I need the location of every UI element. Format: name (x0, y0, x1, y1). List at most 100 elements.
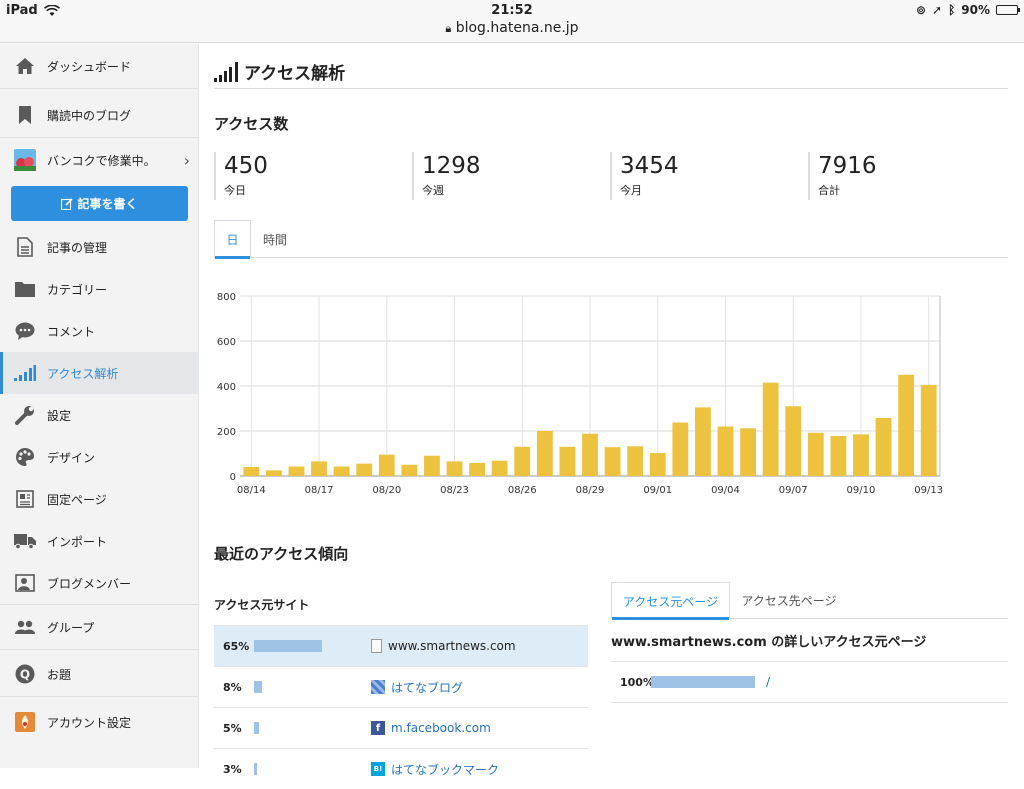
access-bar-chart: 0 200 400 600 800 08/14 08/17 08/20 08/23 08/26 08… (217, 292, 943, 496)
sidebar-item-groups[interactable]: グループ (0, 605, 199, 649)
svg-text:Q: Q (20, 668, 30, 682)
x-tick-label: 08/29 (576, 485, 605, 496)
bar (446, 461, 463, 476)
sidebar-item-dashboard[interactable]: ダッシュボード (0, 44, 199, 88)
sidebar-item-access-analysis[interactable]: アクセス解析 (0, 352, 199, 394)
x-tick-label: 08/23 (440, 485, 469, 496)
page-tabs: アクセス元ページ アクセス先ページ (611, 582, 1008, 620)
edit-icon (61, 197, 74, 210)
source-share-bar (254, 681, 263, 693)
address-bar[interactable]: 🔒︎ blog.hatena.ne.jp (0, 20, 1024, 36)
stat-value: 1298 (422, 153, 481, 179)
sidebar-item-import[interactable]: インポート (0, 520, 199, 562)
sidebar-item-categories[interactable]: カテゴリー (0, 268, 199, 310)
source-row[interactable]: 8% はてなブログ (214, 666, 588, 707)
sidebar-item-label: ブログメンバー (47, 576, 132, 591)
sidebar-item-account-settings[interactable]: アカウント設定 (0, 700, 199, 744)
bar (807, 432, 824, 476)
bar (582, 433, 598, 476)
status-bar: iPad 21:52 🔒︎ blog.hatena.ne.jp ⊚ ➚ ᛒ 90… (0, 0, 1024, 43)
source-site-label: m.facebook.com (391, 721, 491, 735)
tab-destination-pages[interactable]: アクセス先ページ (730, 582, 848, 619)
battery-percent: 90% (961, 3, 990, 17)
bar (536, 431, 553, 476)
bar (243, 467, 260, 476)
stat-label: 今月 (620, 184, 642, 197)
stat-value: 450 (224, 153, 268, 179)
sidebar-item-blog[interactable]: バンコクで修業中。 › (0, 138, 199, 182)
x-tick-label: 09/13 (914, 485, 943, 496)
page-icon (371, 639, 382, 653)
y-tick-label: 200 (217, 427, 236, 438)
sidebar-item-label: コメント (47, 324, 96, 339)
bluetooth-icon: ᛒ (948, 3, 956, 17)
sidebar-item-subscriptions[interactable]: 購読中のブログ (0, 93, 199, 137)
source-site[interactable]: B! はてなブックマーク (371, 761, 499, 778)
detail-path-link[interactable]: / (766, 675, 770, 689)
detail-share-bar (651, 676, 755, 688)
source-share-bar (254, 763, 258, 775)
source-site-label: はてなブックマーク (391, 762, 500, 777)
rotation-lock-icon: ⊚ (915, 3, 926, 17)
stat-label: 合計 (818, 184, 840, 197)
source-site[interactable]: f m.facebook.com (371, 721, 491, 735)
sidebar-item-label: バンコクで修業中。 (47, 153, 156, 168)
source-site-label: www.smartnews.com (388, 639, 516, 653)
location-icon: ➚ (932, 3, 943, 17)
bar (469, 462, 485, 476)
tab-day[interactable]: 日 (214, 220, 251, 259)
access-chart: 0 200 400 600 800 08/14 08/17 08/20 08/23 08/26 08… (200, 284, 960, 514)
sidebar-item-label: アクセス解析 (47, 366, 119, 381)
sidebar-item-articles[interactable]: 記事の管理 (0, 226, 199, 268)
sidebar-item-fixed-pages[interactable]: 固定ページ (0, 478, 199, 520)
blog-avatar-icon (13, 149, 37, 171)
sidebar: ダッシュボード 購読中のブログ バンコクで修業中。 › 記事を書く 記事の管理 … (0, 44, 199, 768)
detail-heading: www.smartnews.com の詳しいアクセス元ページ (611, 635, 927, 650)
sidebar-item-label: グループ (47, 620, 95, 635)
write-article-button[interactable]: 記事を書く (11, 186, 188, 221)
source-site[interactable]: はてなブログ (371, 679, 463, 696)
x-tick-label: 08/14 (237, 485, 266, 496)
sidebar-item-comments[interactable]: コメント (0, 310, 199, 352)
main-content: アクセス解析 アクセス数 450 今日 1298 今週 3454 今月 7916… (200, 44, 1024, 777)
sidebar-item-topics[interactable]: Q お題 (0, 652, 199, 696)
source-site[interactable]: www.smartnews.com (371, 639, 516, 653)
members-icon (13, 573, 37, 593)
period-tabs: 日 時間 (214, 220, 1008, 259)
source-row[interactable]: 5% f m.facebook.com (214, 707, 588, 748)
signal-icon (214, 61, 238, 82)
stat-month: 3454 今月 (610, 152, 679, 200)
divider (0, 649, 199, 650)
bar (356, 463, 373, 476)
stat-label: 今週 (422, 184, 444, 197)
bar (559, 446, 576, 476)
truck-icon (13, 531, 37, 551)
source-row[interactable]: 65% www.smartnews.com (214, 625, 588, 666)
bar (311, 461, 327, 476)
hatena-bookmark-icon: B! (371, 762, 385, 776)
x-tick-label: 08/20 (372, 485, 401, 496)
sidebar-item-design[interactable]: デザイン (0, 436, 199, 478)
sidebar-item-label: 記事の管理 (47, 240, 108, 255)
access-count-heading: アクセス数 (214, 115, 289, 133)
bar (401, 464, 418, 476)
trend-heading: 最近のアクセス傾向 (214, 545, 349, 563)
tab-hour[interactable]: 時間 (251, 220, 299, 258)
y-tick-label: 600 (217, 337, 236, 348)
tab-referrer-pages[interactable]: アクセス元ページ (611, 582, 730, 620)
bar (265, 470, 282, 476)
detail-row[interactable]: 100% / (611, 662, 1008, 703)
wrench-icon (13, 405, 37, 425)
bar (672, 422, 689, 476)
signal-icon (13, 363, 37, 383)
stat-label: 今日 (224, 184, 246, 197)
divider (214, 88, 1008, 89)
bar (288, 466, 305, 476)
bar (762, 382, 779, 476)
sidebar-item-settings[interactable]: 設定 (0, 394, 199, 436)
sidebar-item-label: 設定 (47, 408, 72, 423)
source-row[interactable]: 3% B! はてなブックマーク (214, 748, 588, 789)
sidebar-item-label: インポート (47, 534, 108, 549)
sidebar-item-blog-members[interactable]: ブログメンバー (0, 562, 199, 604)
bar (717, 426, 734, 476)
